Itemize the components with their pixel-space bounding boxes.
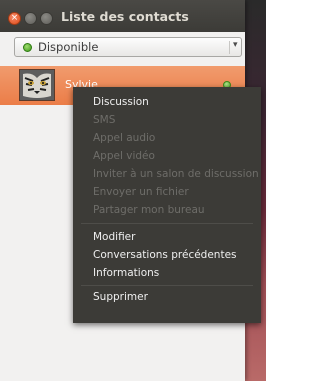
chevron-down-icon: ▾ — [233, 40, 238, 50]
menu-item-sms: SMS — [93, 114, 116, 126]
menu-item-audio-call: Appel audio — [93, 132, 156, 144]
menu-item-previous-conversations[interactable]: Conversations précédentes — [93, 249, 237, 262]
contact-avatar[interactable] — [19, 69, 55, 101]
tiger-avatar-icon — [20, 70, 54, 100]
presence-status-label: Disponible — [38, 40, 99, 54]
menu-item-delete[interactable]: Supprimer — [93, 291, 148, 304]
dropdown-separator — [229, 41, 230, 54]
window-title: Liste des contacts — [61, 9, 189, 24]
close-window-button[interactable]: × — [8, 12, 21, 25]
maximize-window-button[interactable] — [40, 12, 53, 25]
close-icon: × — [10, 13, 19, 23]
minimize-window-button[interactable] — [24, 12, 37, 25]
presence-status-dropdown[interactable]: Disponible ▾ — [14, 37, 242, 57]
menu-item-information[interactable]: Informations — [93, 267, 159, 280]
menu-item-edit[interactable]: Modifier — [93, 231, 135, 244]
menu-separator — [81, 223, 253, 224]
menu-item-share-desktop: Partager mon bureau — [93, 204, 205, 216]
menu-separator — [81, 285, 253, 286]
contact-context-menu: Discussion SMS Appel audio Appel vidéo I… — [73, 87, 261, 323]
menu-item-send-file: Envoyer un fichier — [93, 186, 189, 198]
available-status-icon — [23, 43, 32, 52]
title-bar[interactable]: × Liste des contacts — [0, 0, 245, 32]
menu-item-video-call: Appel vidéo — [93, 150, 155, 162]
menu-item-discussion[interactable]: Discussion — [93, 96, 149, 109]
menu-item-invite-room: Inviter à un salon de discussion — [93, 168, 259, 180]
